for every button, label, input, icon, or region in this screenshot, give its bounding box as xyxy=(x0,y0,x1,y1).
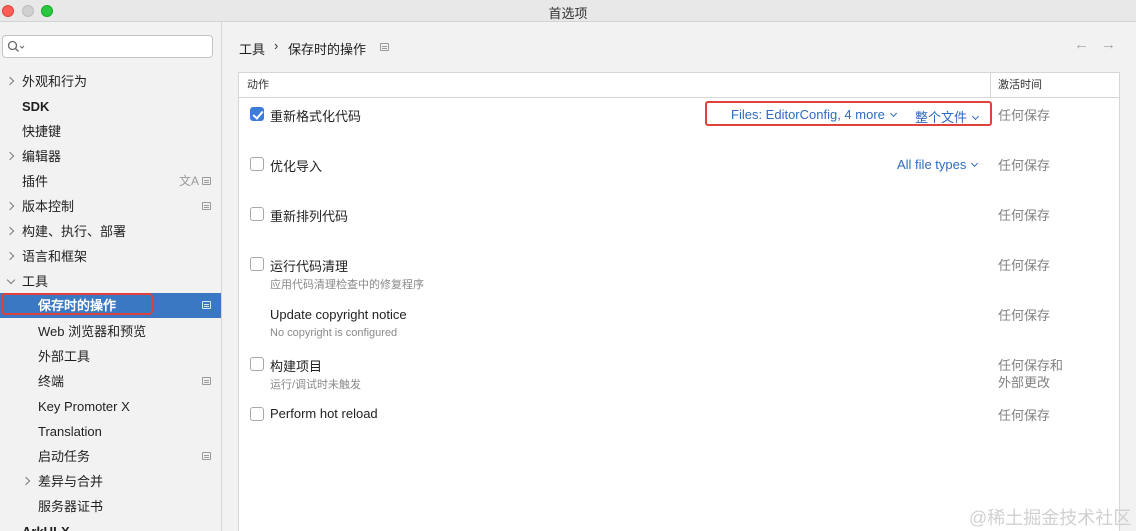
sidebar-item-tools[interactable]: 工具 xyxy=(0,269,221,294)
action-description: 运行/调试时未触发 xyxy=(270,379,362,391)
actions-table: 动作 激活时间 重新格式化代码 Files: EditorConfig, 4 m… xyxy=(238,72,1120,531)
optimize-imports-checkbox[interactable] xyxy=(250,157,264,171)
highlight-box xyxy=(1,293,153,315)
window-title: 首选项 xyxy=(548,6,588,21)
sidebar-item-languages[interactable]: 语言和框架 xyxy=(0,244,221,269)
sidebar-item-label: Key Promoter X xyxy=(38,399,130,414)
translate-icon: 文A xyxy=(179,174,200,188)
chevron-down-icon xyxy=(971,159,979,168)
highlight-box xyxy=(705,101,992,126)
trigger-text: 任何保存 xyxy=(998,408,1051,423)
sidebar-item-key-promoter[interactable]: Key Promoter X xyxy=(0,394,221,419)
action-label: 运行代码清理 xyxy=(270,259,349,274)
action-description: No copyright is configured xyxy=(270,327,398,339)
back-arrow-icon[interactable]: ← xyxy=(1074,36,1089,53)
trigger-text: 任何保存 xyxy=(998,208,1051,223)
project-settings-icon xyxy=(202,202,211,210)
sidebar-item-label: Translation xyxy=(38,424,102,439)
breadcrumb-parent[interactable]: 工具 xyxy=(239,39,265,58)
chevron-right-icon[interactable] xyxy=(6,69,16,94)
sidebar-item-startup-tasks[interactable]: 启动任务 xyxy=(0,444,221,469)
reformat-code-checkbox[interactable] xyxy=(250,107,264,121)
project-settings-icon xyxy=(202,301,211,309)
sidebar-item-appearance[interactable]: 外观和行为 xyxy=(0,69,221,94)
sidebar-item-label: ArkUI-X xyxy=(22,519,70,531)
sidebar-item-plugins[interactable]: 插件 文A xyxy=(0,169,221,194)
project-settings-icon xyxy=(202,377,211,385)
trigger-text: 任何保存和 外部更改 xyxy=(998,358,1064,390)
forward-arrow-icon[interactable]: → xyxy=(1101,36,1116,53)
rearrange-code-checkbox[interactable] xyxy=(250,207,264,221)
trigger-text: 任何保存 xyxy=(998,308,1051,323)
sidebar-item-build[interactable]: 构建、执行、部署 xyxy=(0,219,221,244)
header-divider xyxy=(239,97,1119,98)
sidebar-item-label: 终端 xyxy=(38,374,65,389)
trigger-text: 任何保存 xyxy=(998,158,1051,173)
page-title: 保存时的操作 xyxy=(288,42,367,57)
sidebar-item-translation[interactable]: Translation xyxy=(0,419,221,444)
project-settings-icon xyxy=(380,43,389,51)
sidebar-item-external-tools[interactable]: 外部工具 xyxy=(0,344,221,369)
project-settings-icon xyxy=(202,452,211,460)
column-header-trigger: 激活时间 xyxy=(998,79,1042,91)
chevron-right-icon[interactable] xyxy=(6,144,16,169)
chevron-right-icon[interactable] xyxy=(6,194,16,219)
sidebar-item-diff-merge[interactable]: 差异与合并 xyxy=(0,469,221,494)
action-description: 应用代码清理检查中的修复程序 xyxy=(270,279,424,291)
action-label: 重新格式化代码 xyxy=(270,109,362,124)
code-cleanup-checkbox[interactable] xyxy=(250,257,264,271)
action-label: 重新排列代码 xyxy=(270,209,349,224)
sidebar-item-label: 快捷键 xyxy=(22,124,62,139)
action-label: 优化导入 xyxy=(270,159,323,174)
sidebar-item-label: 服务器证书 xyxy=(38,499,104,514)
sidebar-item-keymap[interactable]: 快捷键 xyxy=(0,119,221,144)
sidebar-item-sdk[interactable]: SDK xyxy=(0,94,221,119)
breadcrumb-separator: › xyxy=(274,38,279,53)
sidebar-item-label: 启动任务 xyxy=(38,449,91,464)
trigger-text: 任何保存 xyxy=(998,258,1051,273)
sidebar-item-label: 外部工具 xyxy=(38,349,91,364)
search-input[interactable] xyxy=(2,35,213,58)
sidebar-item-label: SDK xyxy=(22,99,50,114)
watermark-text: @稀土掘金技术社区 xyxy=(969,508,1132,528)
sidebar-item-label: 版本控制 xyxy=(22,199,75,214)
sidebar-item-terminal[interactable]: 终端 xyxy=(0,369,221,394)
chevron-right-icon[interactable] xyxy=(6,219,16,244)
column-header-action: 动作 xyxy=(247,79,269,91)
column-divider xyxy=(990,73,991,97)
sidebar-item-server-certificates[interactable]: 服务器证书 xyxy=(0,494,221,519)
sidebar-item-arkui-x[interactable]: ArkUI-X xyxy=(0,519,221,531)
sidebar-item-label: 编辑器 xyxy=(22,149,62,164)
chevron-right-icon[interactable] xyxy=(22,469,32,494)
title-bar: 首选项 xyxy=(0,0,1136,22)
sidebar-item-web-browsers[interactable]: Web 浏览器和预览 xyxy=(0,319,221,344)
sidebar-item-label: 差异与合并 xyxy=(38,474,104,489)
build-project-checkbox[interactable] xyxy=(250,357,264,371)
file-types-dropdown[interactable]: All file types xyxy=(897,157,979,172)
sidebar-item-label: 语言和框架 xyxy=(22,249,88,264)
trigger-text: 任何保存 xyxy=(998,108,1051,123)
sidebar-item-label: Web 浏览器和预览 xyxy=(38,324,147,339)
chevron-down-icon[interactable] xyxy=(6,269,16,294)
sidebar-item-label: 工具 xyxy=(22,274,49,289)
action-label: Perform hot reload xyxy=(270,406,378,421)
sidebar-item-editor[interactable]: 编辑器 xyxy=(0,144,221,169)
project-settings-icon xyxy=(202,177,211,185)
chevron-right-icon[interactable] xyxy=(6,244,16,269)
search-icon xyxy=(7,40,25,52)
dropdown-label: All file types xyxy=(897,157,967,172)
sidebar-item-label: 外观和行为 xyxy=(22,74,88,89)
sidebar-item-version-control[interactable]: 版本控制 xyxy=(0,194,221,219)
hot-reload-checkbox[interactable] xyxy=(250,407,264,421)
sidebar-item-label: 构建、执行、部署 xyxy=(22,224,127,239)
settings-content: 工具 › 保存时的操作 ← → 动作 激活时间 重新格式化代码 Files: E… xyxy=(223,22,1136,531)
action-label: Update copyright notice xyxy=(270,307,407,322)
settings-sidebar: 外观和行为 SDK 快捷键 编辑器 插件 文A 版本控制 构建、执行、部署 语言… xyxy=(0,22,222,531)
sidebar-item-label: 插件 xyxy=(22,174,49,189)
action-label: 构建项目 xyxy=(270,359,323,374)
